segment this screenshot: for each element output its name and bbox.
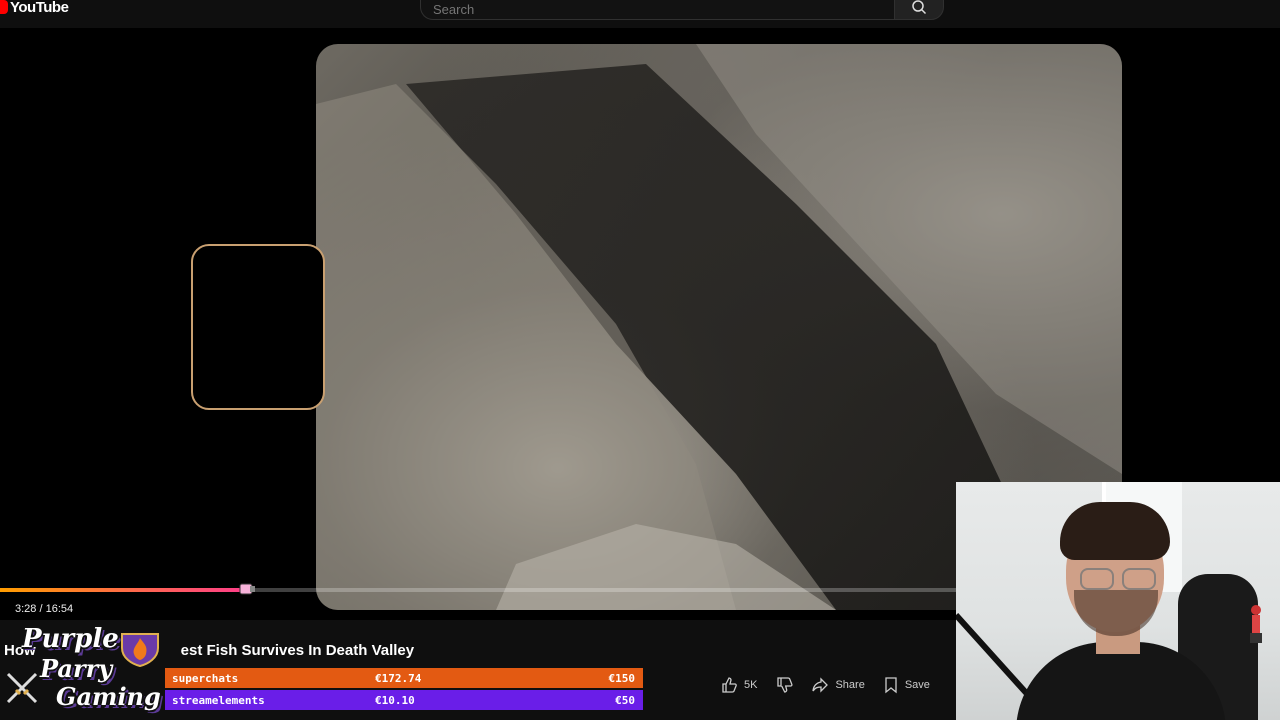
search-input[interactable] [420, 0, 894, 20]
save-button[interactable]: Save [883, 674, 930, 696]
youtube-play-icon [0, 0, 8, 14]
thumbs-down-icon [777, 677, 794, 693]
figurine [1250, 605, 1262, 643]
superchats-label: superchats [172, 671, 239, 685]
share-button[interactable]: Share [811, 674, 865, 696]
bookmark-icon [885, 677, 897, 694]
search-button[interactable] [894, 0, 944, 20]
streamer-hair [1060, 502, 1170, 560]
top-bar: YouTube [0, 0, 1280, 28]
glasses-left [1080, 568, 1114, 590]
like-button[interactable]: 5K [720, 674, 757, 696]
crossed-swords-icon [6, 672, 38, 704]
superchats-goal: €150 [608, 671, 636, 685]
brand-word-1: Purple [22, 624, 119, 654]
streamelements-amount: €10.10 [375, 693, 415, 707]
streamelements-goal: €50 [615, 693, 635, 707]
nyan-cat-scrubber-icon[interactable] [238, 582, 256, 596]
superchats-amount: €172.74 [375, 671, 422, 685]
streamelements-goal-bar: streamelements €10.10 €50 [165, 690, 643, 710]
like-count: 5K [744, 679, 758, 691]
thumbs-up-icon [722, 677, 737, 693]
video-actions: 5K Share Save [720, 674, 948, 696]
frame-inset-box [191, 244, 325, 410]
share-icon [812, 677, 829, 693]
streamer-webcam [956, 482, 1280, 720]
channel-brand-logo: Purple Parry Gaming [0, 624, 170, 720]
video-title-end: est Fish Survives In Death Valley [180, 642, 415, 659]
search-icon [912, 0, 927, 15]
glasses-right [1122, 568, 1156, 590]
streamer-beard [1074, 590, 1158, 636]
share-label: Share [835, 679, 865, 691]
logo-text: YouTube [10, 0, 69, 16]
time-display: 3:28 / 16:54 [15, 603, 74, 615]
youtube-logo[interactable]: YouTube [0, 0, 69, 16]
save-label: Save [904, 679, 930, 691]
brand-word-3: Gaming [56, 682, 161, 711]
progress-fill [0, 588, 246, 592]
progress-bar[interactable] [0, 588, 956, 592]
shield-flame-icon [121, 633, 159, 668]
brand-word-2: Parry [40, 654, 113, 683]
streamelements-label: streamelements [172, 693, 265, 707]
dislike-button[interactable] [775, 674, 794, 696]
search-bar [420, 0, 944, 20]
superchats-goal-bar: superchats €172.74 €150 [165, 668, 643, 688]
